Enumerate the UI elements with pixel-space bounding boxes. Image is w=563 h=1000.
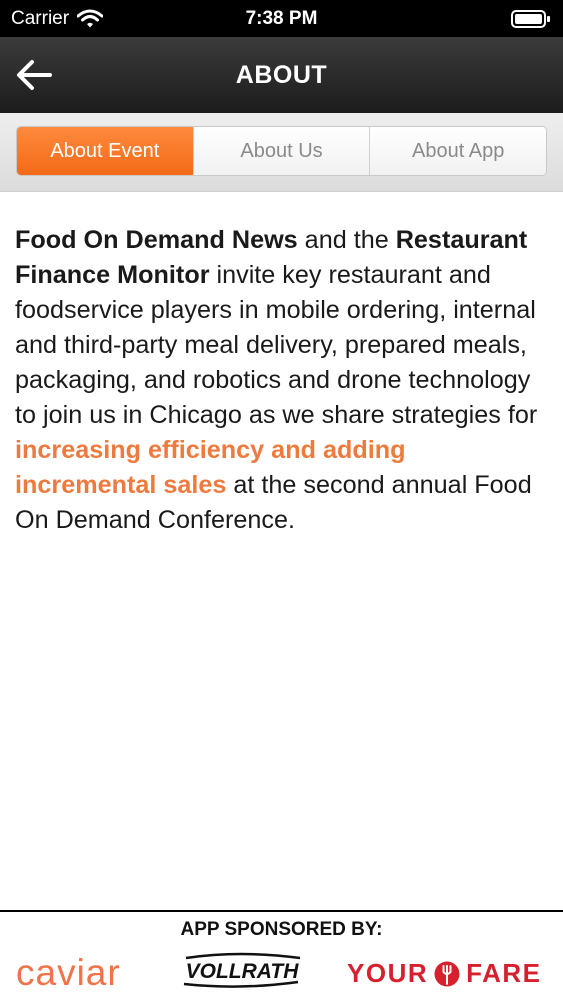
tab-about-event[interactable]: About Event bbox=[17, 127, 193, 175]
status-bar: Carrier 7:38 PM bbox=[0, 0, 563, 37]
tab-area: About Event About Us About App bbox=[0, 113, 563, 192]
text-food-on-demand-news: Food On Demand News bbox=[15, 226, 298, 254]
text-segment: and the bbox=[297, 226, 396, 254]
vollrath-logo: VOLLRATH bbox=[183, 952, 301, 988]
status-time: 7:38 PM bbox=[245, 8, 318, 29]
sponsor-bar: APP SPONSORED BY: caviar VOLLRATH YOUR F… bbox=[0, 910, 563, 1000]
about-event-text: Food On Demand News and the Restaurant F… bbox=[15, 223, 550, 538]
yourfare-text-right: FARE bbox=[466, 958, 542, 988]
page-title: ABOUT bbox=[235, 61, 328, 89]
vollrath-wordmark: VOLLRATH bbox=[186, 960, 300, 983]
nav-bar: ABOUT bbox=[0, 37, 563, 113]
battery-icon bbox=[511, 10, 550, 28]
yourfare-text-left: YOUR bbox=[347, 958, 429, 988]
segmented-tabs: About Event About Us About App bbox=[16, 126, 547, 176]
yourfare-logo: YOUR FARE bbox=[347, 958, 541, 989]
sponsor-title: APP SPONSORED BY: bbox=[180, 919, 383, 940]
fork-icon bbox=[434, 961, 460, 986]
caviar-logo: caviar bbox=[16, 952, 121, 993]
tab-about-us[interactable]: About Us bbox=[192, 127, 370, 175]
tab-about-app[interactable]: About App bbox=[369, 127, 546, 175]
